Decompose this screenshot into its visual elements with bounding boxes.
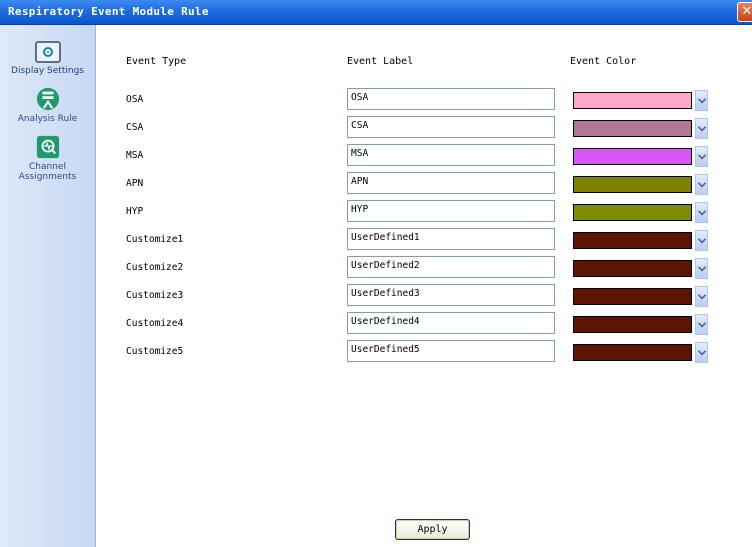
chevron-down-icon [698, 266, 706, 272]
event-color-dropdown[interactable] [570, 256, 708, 280]
event-color-dropdown[interactable] [570, 312, 708, 336]
event-label-input[interactable]: UserDefined1 [347, 228, 555, 250]
event-row: CSA CSA [0, 116, 752, 140]
dropdown-button[interactable] [695, 286, 708, 307]
event-color-dropdown[interactable] [570, 228, 708, 252]
event-label-input[interactable]: CSA [347, 116, 555, 138]
chevron-down-icon [698, 210, 706, 216]
event-type-label: Customize3 [126, 290, 184, 301]
dropdown-button[interactable] [695, 174, 708, 195]
window-title: Respiratory Event Module Rule [8, 5, 209, 18]
header-event-type: Event Type [126, 56, 187, 67]
event-row: Customize2 UserDefined2 [0, 256, 752, 280]
event-row: OSA OSA [0, 88, 752, 112]
dropdown-button[interactable] [695, 118, 708, 139]
event-color-dropdown[interactable] [570, 340, 708, 364]
event-type-label: Customize5 [126, 346, 184, 357]
sidebar-item-label: Display Settings [11, 66, 84, 76]
event-row: Customize5 UserDefined5 [0, 340, 752, 364]
event-row: Customize3 UserDefined3 [0, 284, 752, 308]
event-color-swatch [573, 344, 692, 361]
header-event-label: Event Label [347, 56, 414, 67]
event-color-dropdown[interactable] [570, 200, 708, 224]
event-type-label: OSA [126, 94, 144, 105]
event-label-input[interactable]: UserDefined4 [347, 312, 555, 334]
event-color-dropdown[interactable] [570, 284, 708, 308]
event-type-label: Customize4 [126, 318, 184, 329]
dropdown-button[interactable] [695, 146, 708, 167]
chevron-down-icon [698, 154, 706, 160]
close-icon: ✕ [741, 4, 752, 19]
event-color-swatch [573, 232, 692, 249]
close-button[interactable]: ✕ [737, 2, 752, 22]
event-color-dropdown[interactable] [570, 144, 708, 168]
chevron-down-icon [698, 294, 706, 300]
event-label-input[interactable]: MSA [347, 144, 555, 166]
chevron-down-icon [698, 126, 706, 132]
event-color-swatch [573, 92, 692, 109]
event-type-label: Customize1 [126, 234, 184, 245]
header-event-color: Event Color [570, 56, 637, 67]
dropdown-button[interactable] [695, 230, 708, 251]
event-color-dropdown[interactable] [570, 88, 708, 112]
dropdown-button[interactable] [695, 314, 708, 335]
event-row: Customize1 UserDefined1 [0, 228, 752, 252]
event-type-label: APN [126, 178, 144, 189]
event-row: HYP HYP [0, 200, 752, 224]
event-color-swatch [573, 288, 692, 305]
event-type-label: Customize2 [126, 262, 184, 273]
sidebar-item-display-settings[interactable]: Display Settings [0, 41, 95, 76]
event-type-label: HYP [126, 206, 144, 217]
event-color-swatch [573, 176, 692, 193]
dropdown-button[interactable] [695, 342, 708, 363]
event-label-input[interactable]: UserDefined5 [347, 340, 555, 362]
event-color-dropdown[interactable] [570, 116, 708, 140]
event-type-label: MSA [126, 150, 144, 161]
event-color-swatch [573, 316, 692, 333]
event-label-input[interactable]: OSA [347, 88, 555, 110]
event-label-input[interactable]: UserDefined3 [347, 284, 555, 306]
event-label-input[interactable]: HYP [347, 200, 555, 222]
event-type-label: CSA [126, 122, 144, 133]
dropdown-button[interactable] [695, 258, 708, 279]
event-row: MSA MSA [0, 144, 752, 168]
dropdown-button[interactable] [695, 202, 708, 223]
display-settings-icon [34, 41, 61, 63]
chevron-down-icon [698, 238, 706, 244]
event-label-input[interactable]: APN [347, 172, 555, 194]
event-color-swatch [573, 120, 692, 137]
dropdown-button[interactable] [695, 90, 708, 111]
event-color-dropdown[interactable] [570, 172, 708, 196]
apply-button[interactable]: Apply [395, 519, 470, 540]
chevron-down-icon [698, 322, 706, 328]
chevron-down-icon [698, 98, 706, 104]
event-label-input[interactable]: UserDefined2 [347, 256, 555, 278]
event-row: APN APN [0, 172, 752, 196]
chevron-down-icon [698, 350, 706, 356]
title-bar[interactable]: Respiratory Event Module Rule ✕ [0, 0, 752, 25]
chevron-down-icon [698, 182, 706, 188]
event-color-swatch [573, 148, 692, 165]
event-row: Customize4 UserDefined4 [0, 312, 752, 336]
event-color-swatch [573, 260, 692, 277]
event-color-swatch [573, 204, 692, 221]
